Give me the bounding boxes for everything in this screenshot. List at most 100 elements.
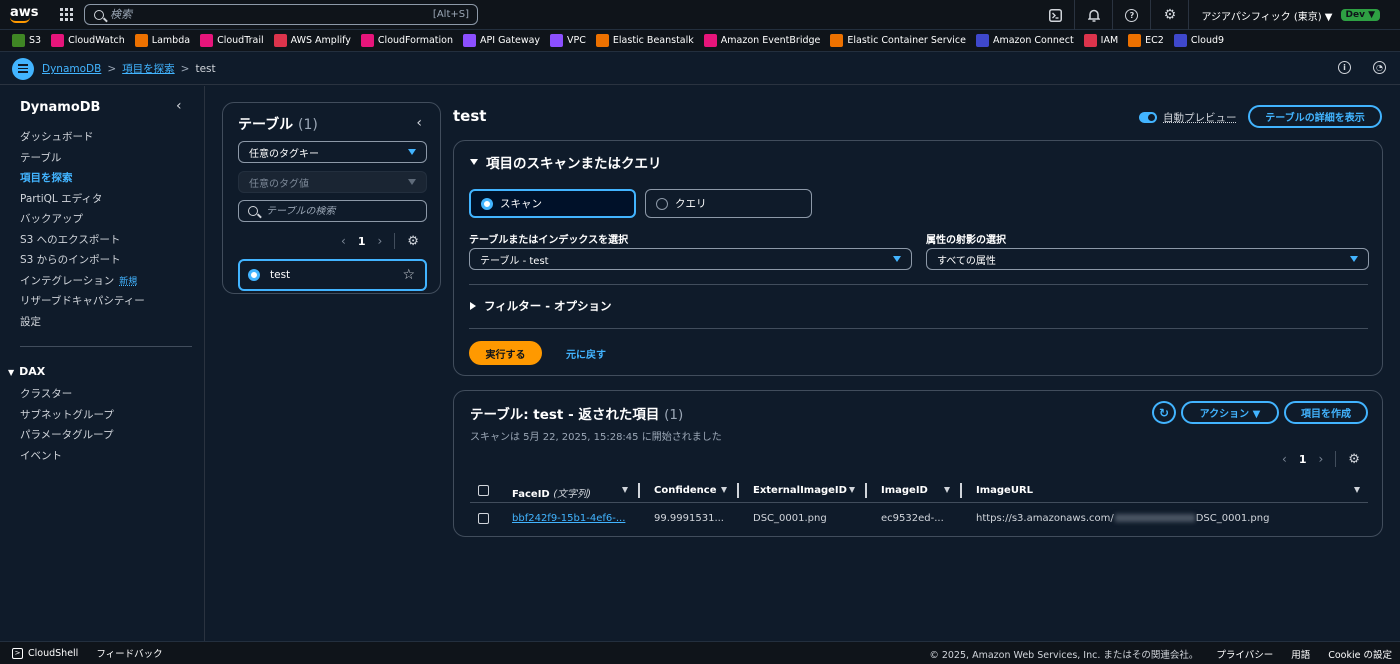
column-imageid[interactable]: ImageID xyxy=(881,485,928,496)
favorite-elastic-beanstalk[interactable]: Elastic Beanstalk xyxy=(595,34,694,47)
bell-icon[interactable] xyxy=(1074,0,1112,30)
favorite-cloudtrail[interactable]: CloudTrail xyxy=(200,34,264,47)
column-resizer[interactable] xyxy=(737,483,739,498)
global-search[interactable]: [Alt+S] xyxy=(84,4,478,25)
column-resizer[interactable] xyxy=(960,483,962,498)
account-badge[interactable]: Dev ▼ xyxy=(1340,9,1380,21)
column-resizer[interactable] xyxy=(638,483,640,498)
chevron-right-icon[interactable]: › xyxy=(1318,452,1323,466)
select-all-checkbox[interactable] xyxy=(478,485,489,496)
favorite-iam[interactable]: IAM xyxy=(1083,34,1118,47)
favorite-vpc[interactable]: VPC xyxy=(550,34,586,47)
favorite-s3[interactable]: S3 xyxy=(12,34,41,47)
dax-item-0[interactable]: クラスター xyxy=(20,386,114,407)
region-selector[interactable]: アジアパシフィック (東京) ▼ Dev ▼ xyxy=(1188,0,1392,30)
chevron-left-icon[interactable]: ‹ xyxy=(416,115,422,131)
help-icon[interactable]: ? xyxy=(1112,0,1150,30)
breadcrumb-dynamodb[interactable]: DynamoDB xyxy=(42,63,101,75)
scan-tile[interactable]: スキャン xyxy=(469,189,636,218)
filter-expander[interactable]: フィルター - オプション xyxy=(470,298,612,314)
sidebar-section-dax[interactable]: ▼ DAX xyxy=(8,365,45,378)
service-icon xyxy=(463,34,477,47)
service-icon xyxy=(595,34,609,47)
menu-icon[interactable] xyxy=(12,57,34,80)
sort-icon[interactable] xyxy=(622,487,628,493)
table-item-test[interactable]: test ☆ xyxy=(238,259,427,291)
toggle-switch[interactable] xyxy=(1139,112,1157,123)
table-search[interactable] xyxy=(238,200,427,222)
dax-item-2[interactable]: パラメータグループ xyxy=(20,427,114,448)
cloudshell-icon[interactable] xyxy=(1036,0,1074,30)
auto-preview-toggle[interactable]: 自動プレビュー xyxy=(1139,110,1237,125)
sort-icon[interactable] xyxy=(721,487,727,493)
query-tile[interactable]: クエリ xyxy=(645,189,812,218)
radio-selected-icon[interactable] xyxy=(248,269,260,281)
sort-icon[interactable] xyxy=(944,487,950,493)
dax-item-3[interactable]: イベント xyxy=(20,448,114,469)
privacy-link[interactable]: プライバシー xyxy=(1216,647,1273,661)
cookie-settings-link[interactable]: Cookie の設定 xyxy=(1328,647,1392,661)
favorite-elastic-container-service[interactable]: Elastic Container Service xyxy=(830,34,966,47)
column-faceid[interactable]: FaceID (文字列) xyxy=(512,485,591,500)
cell-faceid-link[interactable]: bbf242f9-15b1-4ef6-... xyxy=(512,513,625,524)
sidebar-item-8[interactable]: リザーブドキャパシティー xyxy=(20,293,145,314)
services-grid-icon[interactable] xyxy=(60,7,74,22)
column-imageurl[interactable]: ImageURL xyxy=(976,485,1033,496)
run-button[interactable]: 実行する xyxy=(469,341,542,365)
reset-button[interactable]: 元に戻す xyxy=(566,346,606,361)
sidebar-item-5[interactable]: S3 へのエクスポート xyxy=(20,232,145,253)
feedback-icon[interactable]: ◔ xyxy=(1373,61,1386,74)
sidebar-item-9[interactable]: 設定 xyxy=(20,314,145,335)
sidebar-item-0[interactable]: ダッシュボード xyxy=(20,129,145,150)
column-resizer[interactable] xyxy=(865,483,867,498)
global-search-input[interactable] xyxy=(104,8,433,21)
tag-key-select[interactable]: 任意のタグキー xyxy=(238,141,427,163)
sidebar-item-2[interactable]: 項目を探索 xyxy=(20,170,145,191)
column-confidence[interactable]: Confidence xyxy=(654,485,717,496)
favorite-api-gateway[interactable]: API Gateway xyxy=(463,34,540,47)
row-checkbox[interactable] xyxy=(478,513,489,524)
gear-icon[interactable]: ⚙ xyxy=(407,234,419,249)
page-number[interactable]: 1 xyxy=(358,235,366,248)
info-icon[interactable]: i xyxy=(1338,61,1351,74)
table-index-select[interactable]: テーブル - test xyxy=(469,248,912,270)
favorite-cloud9[interactable]: Cloud9 xyxy=(1173,34,1224,47)
sidebar-item-3[interactable]: PartiQL エディタ xyxy=(20,191,145,212)
refresh-icon[interactable]: ↻ xyxy=(1152,401,1176,424)
column-externalimageid[interactable]: ExternalImageID xyxy=(753,485,847,496)
scan-query-header[interactable]: 項目のスキャンまたはクエリ xyxy=(470,152,662,172)
favorite-lambda[interactable]: Lambda xyxy=(134,34,190,47)
page-number[interactable]: 1 xyxy=(1299,453,1307,466)
sort-icon[interactable] xyxy=(849,487,855,493)
sidebar-item-4[interactable]: バックアップ xyxy=(20,211,145,232)
breadcrumb-explore-items[interactable]: 項目を探索 xyxy=(122,63,175,75)
dax-item-1[interactable]: サブネットグループ xyxy=(20,407,114,428)
view-table-details-button[interactable]: テーブルの詳細を表示 xyxy=(1248,105,1382,128)
table-search-input[interactable] xyxy=(258,205,418,217)
sidebar-item-7[interactable]: インテグレーション 新規 xyxy=(20,273,145,294)
aws-logo[interactable]: aws xyxy=(10,6,42,23)
feedback-link[interactable]: フィードバック xyxy=(96,646,162,660)
terms-link[interactable]: 用語 xyxy=(1291,647,1310,661)
sidebar-item-1[interactable]: テーブル xyxy=(20,150,145,171)
gear-icon[interactable]: ⚙ xyxy=(1348,452,1360,467)
favorite-aws-amplify[interactable]: AWS Amplify xyxy=(273,34,351,47)
actions-button[interactable]: アクション ▼ xyxy=(1181,401,1279,424)
sort-icon[interactable] xyxy=(1354,487,1360,493)
favorite-amazon-eventbridge[interactable]: Amazon EventBridge xyxy=(703,34,820,47)
create-item-button[interactable]: 項目を作成 xyxy=(1284,401,1368,424)
scan-tile-label: スキャン xyxy=(500,198,542,210)
chevron-right-icon[interactable]: › xyxy=(377,234,382,248)
cloudshell-link[interactable]: > CloudShell xyxy=(12,647,78,659)
projection-select[interactable]: すべての属性 xyxy=(926,248,1369,270)
favorite-cloudformation[interactable]: CloudFormation xyxy=(360,34,453,47)
chevron-left-icon[interactable]: ‹ xyxy=(1282,452,1287,466)
star-icon[interactable]: ☆ xyxy=(402,267,415,283)
sidebar-item-6[interactable]: S3 からのインポート xyxy=(20,252,145,273)
chevron-left-icon[interactable]: ‹ xyxy=(341,234,346,248)
favorite-amazon-connect[interactable]: Amazon Connect xyxy=(975,34,1074,47)
favorite-cloudwatch[interactable]: CloudWatch xyxy=(51,34,125,47)
chevron-left-icon[interactable]: ‹ xyxy=(176,98,182,114)
favorite-ec2[interactable]: EC2 xyxy=(1128,34,1164,47)
settings-gear-icon[interactable]: ⚙ xyxy=(1150,0,1188,30)
